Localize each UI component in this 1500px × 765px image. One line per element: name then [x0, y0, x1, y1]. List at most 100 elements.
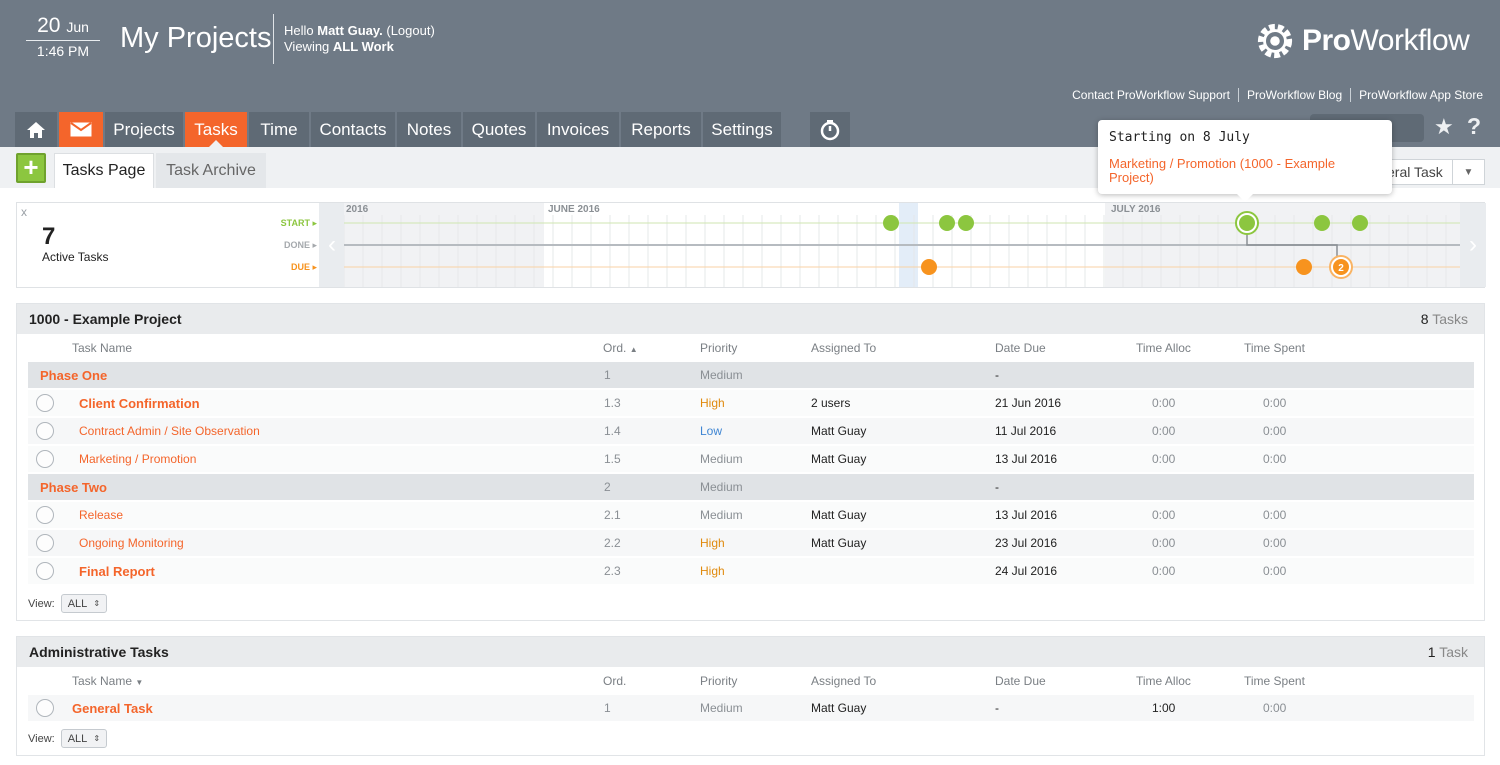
col-time-spent[interactable]: Time Spent — [1244, 674, 1305, 688]
phase-name[interactable]: Phase One — [40, 368, 107, 383]
nav-settings[interactable]: Settings — [703, 112, 781, 147]
phase-row[interactable]: Phase One 1 Medium - — [28, 362, 1474, 388]
project-title[interactable]: 1000 - Example Project — [29, 311, 182, 327]
task-time-alloc: 0:00 — [1152, 536, 1176, 550]
nav-projects[interactable]: Projects — [105, 112, 183, 147]
view-select[interactable]: ALL ⇕ — [60, 729, 108, 748]
task-name-link[interactable]: Marketing / Promotion — [79, 452, 196, 466]
col-date-due[interactable]: Date Due — [995, 341, 1046, 355]
date-widget: 20 Jun 1:46 PM — [26, 14, 100, 59]
col-assigned-to[interactable]: Assigned To — [811, 341, 876, 355]
nav-notes[interactable]: Notes — [397, 112, 461, 147]
nav-quotes[interactable]: Quotes — [463, 112, 535, 147]
table-row[interactable]: Release 2.1 Medium Matt Guay 13 Jul 2016 0:00… — [28, 502, 1474, 528]
tooltip-task-link[interactable]: Marketing / Promotion (1000 - Example Pr… — [1109, 157, 1381, 185]
nav-time[interactable]: Time — [249, 112, 309, 147]
task-complete-checkbox[interactable] — [36, 450, 54, 468]
nav-messages[interactable] — [59, 112, 103, 147]
month-label-july: JULY 2016 — [1111, 204, 1161, 215]
task-name-link[interactable]: Client Confirmation — [79, 396, 200, 411]
col-date-due[interactable]: Date Due — [995, 674, 1046, 688]
task-name-link[interactable]: Final Report — [79, 564, 155, 579]
task-order: 1 — [604, 701, 611, 715]
project-header[interactable]: 1000 - Example Project 8 Tasks — [17, 304, 1484, 334]
col-task-name[interactable]: Task Name — [72, 341, 132, 355]
logout-link[interactable]: (Logout) — [386, 23, 434, 38]
table-row[interactable]: Contract Admin / Site Observation 1.4 Low M… — [28, 418, 1474, 444]
table-row[interactable]: Marketing / Promotion 1.5 Medium Matt Guay 1… — [28, 446, 1474, 472]
task-complete-checkbox[interactable] — [36, 506, 54, 524]
table-row[interactable]: Client Confirmation 1.3 High 2 users 21 Jun … — [28, 390, 1474, 416]
phase-row[interactable]: Phase Two 2 Medium - — [28, 474, 1474, 500]
sort-desc-icon: ▼ — [135, 678, 144, 687]
col-task-name[interactable]: Task Name ▼ — [72, 674, 143, 688]
updown-icon: ⇕ — [93, 734, 101, 743]
app-store-link[interactable]: ProWorkflow App Store — [1350, 88, 1483, 102]
task-name-link[interactable]: Contract Admin / Site Observation — [79, 424, 260, 438]
task-time-alloc: 0:00 — [1152, 452, 1176, 466]
nav-tasks[interactable]: Tasks — [185, 112, 247, 147]
task-name-link[interactable]: Ongoing Monitoring — [79, 536, 184, 550]
nav-contacts[interactable]: Contacts — [311, 112, 395, 147]
help-icon[interactable]: ? — [1467, 113, 1481, 140]
task-order: 2 — [604, 480, 611, 494]
task-priority: Medium — [700, 508, 743, 522]
task-complete-checkbox[interactable] — [36, 562, 54, 580]
task-priority: Medium — [700, 701, 743, 715]
due-dot — [921, 259, 937, 275]
viewing-value[interactable]: ALL Work — [333, 39, 394, 54]
task-type-select-value: eral Task — [1387, 164, 1443, 180]
viewing-prefix: Viewing — [284, 39, 330, 54]
col-time-alloc[interactable]: Time Alloc — [1136, 341, 1191, 355]
task-complete-checkbox[interactable] — [36, 699, 54, 717]
task-order: 1.4 — [604, 424, 621, 438]
timer-button[interactable] — [810, 112, 850, 147]
favorites-star-icon[interactable]: ★ — [1434, 114, 1454, 140]
project-header[interactable]: Administrative Tasks 1 Task — [17, 637, 1484, 667]
add-task-button[interactable]: + — [16, 153, 46, 183]
phase-name[interactable]: Phase Two — [40, 480, 107, 495]
task-order: 1.5 — [604, 452, 621, 466]
blog-link[interactable]: ProWorkflow Blog — [1238, 88, 1350, 102]
nav-reports[interactable]: Reports — [621, 112, 701, 147]
col-order[interactable]: Ord. ▲ — [603, 341, 638, 355]
task-complete-checkbox[interactable] — [36, 394, 54, 412]
project-title[interactable]: Administrative Tasks — [29, 644, 169, 660]
timeline-next-arrow[interactable]: › — [1460, 203, 1486, 287]
timeline-prev-arrow[interactable]: ‹ — [319, 203, 345, 287]
col-priority[interactable]: Priority — [700, 341, 737, 355]
table-row[interactable]: Final Report 2.3 High 24 Jul 2016 0:00 0:00 — [28, 558, 1474, 584]
project-panel-admin: Administrative Tasks 1 Task Task Name ▼ … — [16, 636, 1485, 756]
view-select[interactable]: ALL ⇕ — [60, 594, 108, 613]
task-complete-checkbox[interactable] — [36, 534, 54, 552]
project-panel-example: 1000 - Example Project 8 Tasks Task Name… — [16, 303, 1485, 621]
task-complete-checkbox[interactable] — [36, 422, 54, 440]
table-row[interactable]: Ongoing Monitoring 2.2 High Matt Guay 23 Jul… — [28, 530, 1474, 556]
support-link[interactable]: Contact ProWorkflow Support — [1064, 88, 1238, 102]
col-assigned-to[interactable]: Assigned To — [811, 674, 876, 688]
updown-icon: ⇕ — [93, 599, 101, 608]
tab-tasks-page[interactable]: Tasks Page — [54, 153, 154, 188]
close-icon[interactable]: x — [21, 205, 27, 219]
task-priority: High — [700, 536, 725, 550]
task-assignee: Matt Guay — [811, 508, 867, 522]
task-rows: Phase One 1 Medium - Client Confirmation 1.3 H… — [17, 362, 1484, 590]
tab-task-archive[interactable]: Task Archive — [156, 153, 266, 188]
column-headers: Task Name ▼ Ord. Priority Assigned To Da… — [17, 667, 1484, 695]
task-name-link[interactable]: General Task — [72, 701, 153, 716]
project-task-count: 1 Task — [1427, 644, 1468, 660]
task-name-link[interactable]: Release — [79, 508, 123, 522]
task-time-spent: 0:00 — [1263, 396, 1287, 410]
task-order: 2.1 — [604, 508, 621, 522]
stopwatch-icon — [820, 119, 840, 140]
task-order: 2.3 — [604, 564, 621, 578]
nav-home[interactable] — [15, 112, 57, 147]
col-order[interactable]: Ord. — [603, 674, 626, 688]
table-row[interactable]: General Task 1 Medium Matt Guay - 1:00 0:00 — [28, 695, 1474, 721]
proworkflow-logo[interactable]: ProWorkflow — [1256, 22, 1470, 60]
col-time-spent[interactable]: Time Spent — [1244, 341, 1305, 355]
nav-invoices[interactable]: Invoices — [537, 112, 619, 147]
due-group-count: 2 — [1338, 263, 1344, 274]
col-time-alloc[interactable]: Time Alloc — [1136, 674, 1191, 688]
col-priority[interactable]: Priority — [700, 674, 737, 688]
